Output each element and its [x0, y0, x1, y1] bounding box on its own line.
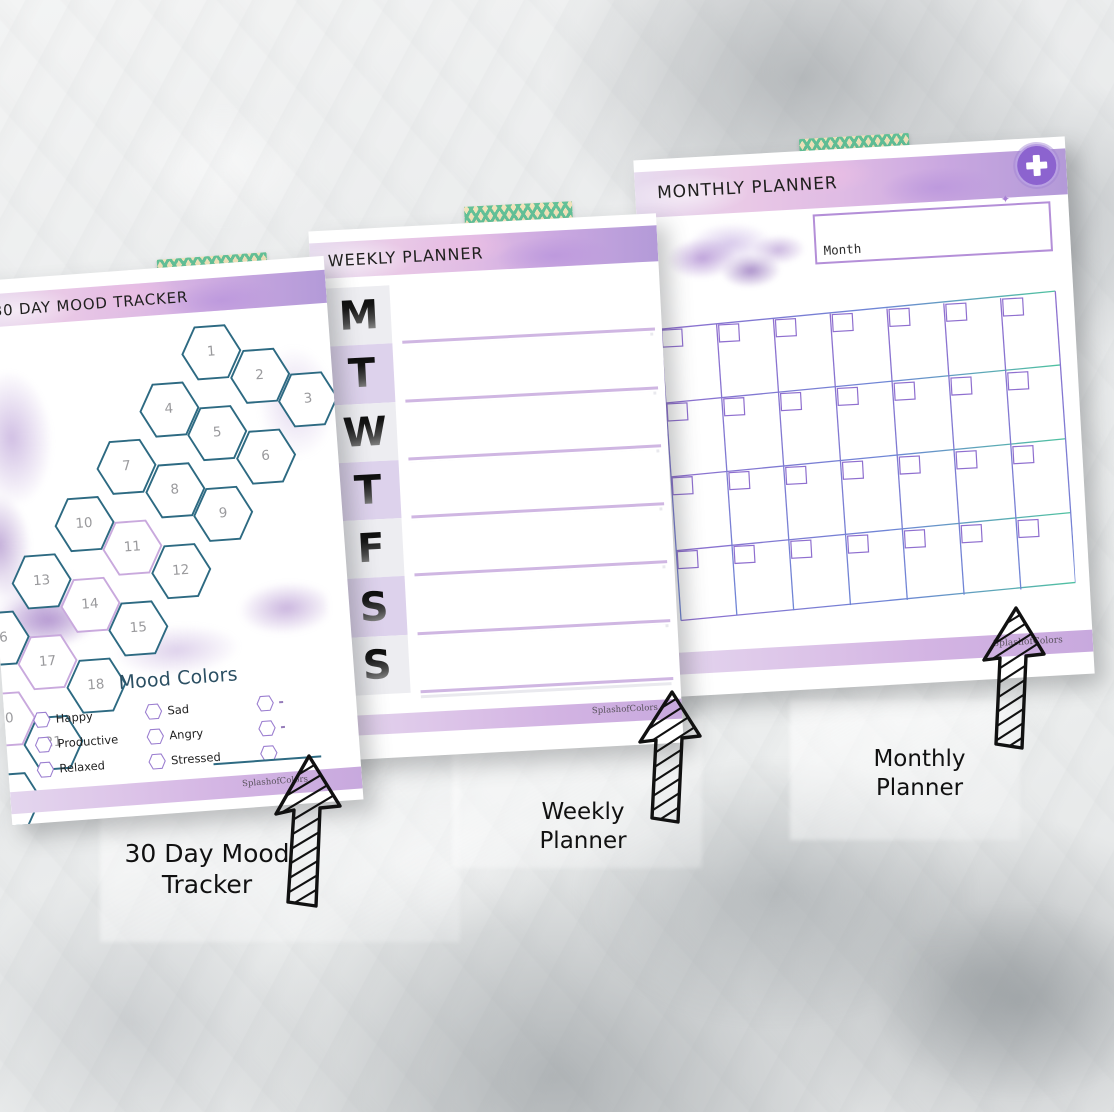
- hexagon-swatch-icon[interactable]: [148, 752, 167, 770]
- mood-hexagon-day[interactable]: 3: [275, 369, 341, 429]
- mood-legend-label: Happy: [55, 708, 94, 726]
- hexagon-swatch-icon[interactable]: [256, 694, 275, 711]
- legend-truncated-mark: [279, 700, 284, 703]
- month-field-label: Month: [823, 240, 862, 258]
- day-entry-sunday[interactable]: [416, 624, 669, 690]
- day-letter: S: [361, 641, 393, 690]
- mood-legend-item[interactable]: Happy: [32, 702, 145, 729]
- mood-legend-item[interactable]: [257, 713, 338, 738]
- mood-hexagon-day[interactable]: 15: [105, 598, 171, 658]
- hexagon-swatch-icon[interactable]: [32, 711, 51, 728]
- hexagon-swatch-icon[interactable]: [36, 760, 55, 778]
- day-label-wednesday: W: [331, 401, 399, 464]
- mood-legend-item[interactable]: Stressed: [147, 744, 260, 771]
- mood-legend-column-1: Happy Productive Relaxed: [32, 702, 149, 779]
- mood-legend-item[interactable]: [255, 688, 336, 713]
- mood-legend-item[interactable]: Productive: [34, 727, 147, 754]
- day-letter: M: [337, 292, 380, 341]
- day-entry-tuesday[interactable]: [401, 333, 653, 399]
- caption-weekly-planner: Weekly Planner: [539, 799, 627, 854]
- day-letter: T: [347, 350, 377, 398]
- weekly-planner-rows: M T W T F S S: [325, 272, 669, 697]
- day-label-monday: M: [325, 285, 393, 347]
- hexagon-swatch-icon[interactable]: [257, 719, 276, 736]
- mood-legend-column-2: Sad Angry Stressed: [144, 694, 261, 771]
- mood-hexagon-day[interactable]: 6: [233, 426, 299, 486]
- mood-tracker-sheet[interactable]: 30 DAY MOOD TRACKER 1 2 3 4 5 6 7 8 9 10 11 12 13 14 1…: [0, 255, 364, 826]
- hexagon-swatch-icon[interactable]: [34, 736, 53, 753]
- watercolor-splash-monthly: [648, 212, 814, 310]
- hexagon-swatch-icon[interactable]: [146, 727, 165, 745]
- day-entry-thursday[interactable]: [407, 449, 659, 515]
- legend-truncated-mark: [280, 725, 286, 728]
- day-letter: W: [341, 408, 389, 457]
- day-label-thursday: T: [334, 459, 402, 522]
- monthly-calendar-grid[interactable]: [656, 289, 1077, 623]
- month-input-field[interactable]: Month: [812, 201, 1054, 265]
- day-label-friday: F: [337, 518, 405, 580]
- day-letter: F: [356, 525, 386, 573]
- weekly-planner-sheet[interactable]: WEEKLY PLANNER M T W T F S S SplashofCol…: [308, 213, 684, 761]
- mood-legend-item[interactable]: Angry: [146, 719, 259, 746]
- day-entry-wednesday[interactable]: [404, 391, 656, 457]
- mood-hexagon-grid[interactable]: 1234567891011121314151617181920212223242…: [0, 314, 352, 826]
- mood-legend-item[interactable]: Relaxed: [36, 752, 149, 779]
- mood-legend-label: Sad: [166, 701, 190, 717]
- caption-mood-tracker: 30 Day Mood Tracker: [124, 839, 290, 899]
- day-letter: T: [353, 467, 383, 515]
- plus-icon: [1026, 154, 1048, 176]
- mood-legend-item[interactable]: Sad: [144, 694, 257, 721]
- mood-legend-label: Relaxed: [58, 757, 106, 776]
- arrow-to-monthly-planner: [976, 604, 1056, 754]
- mood-hexagon-day[interactable]: 9: [190, 484, 256, 544]
- mood-hexagon-day[interactable]: 12: [148, 541, 214, 601]
- day-label-tuesday: T: [328, 343, 396, 406]
- hexagon-swatch-icon[interactable]: [144, 702, 163, 720]
- day-letter: S: [358, 583, 390, 631]
- day-entry-monday[interactable]: [398, 274, 650, 341]
- day-entry-saturday[interactable]: [413, 565, 666, 632]
- mockup-scene: MONTHLY PLANNER ✦ Month SplashofColors W…: [0, 0, 1114, 1112]
- mood-legend-label: Angry: [168, 725, 204, 742]
- caption-monthly-planner: Monthly Planner: [873, 746, 966, 801]
- day-entry-friday[interactable]: [410, 507, 663, 573]
- mood-legend-label: Productive: [57, 731, 119, 751]
